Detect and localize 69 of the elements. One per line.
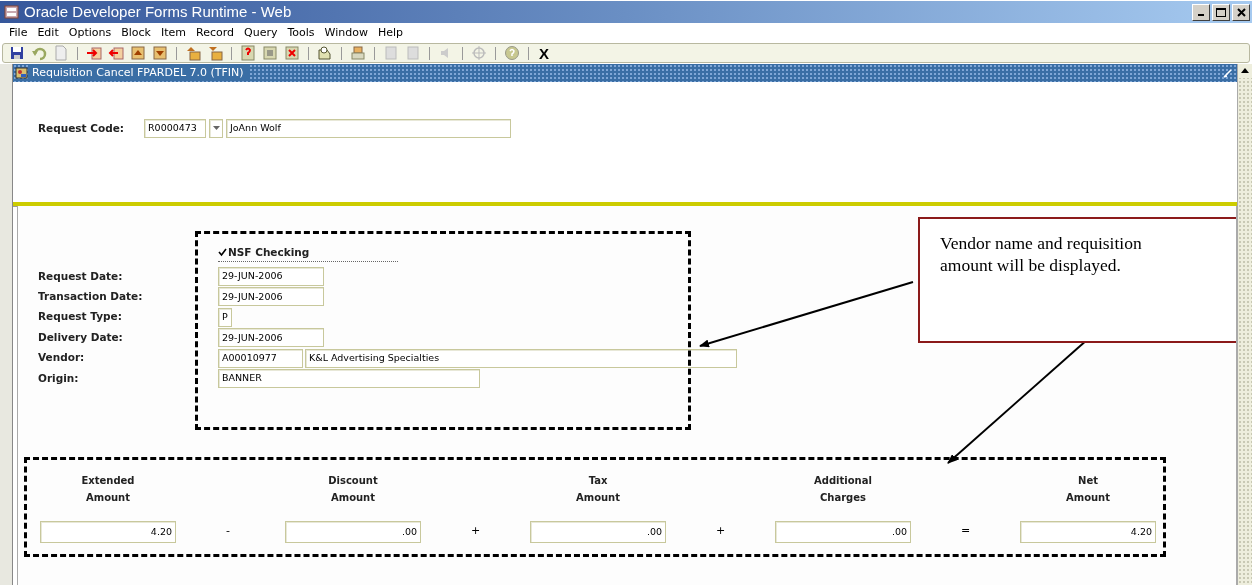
amount-label: Discount Amount [328,473,378,505]
amount-field[interactable]: .00 [530,520,666,543]
arrow-into-box-icon[interactable] [108,45,124,61]
amount-label: Tax Amount [575,473,621,505]
scrollbar[interactable] [1237,64,1252,585]
input-field[interactable]: JoAnn Wolf [226,119,511,138]
question-box-icon[interactable] [240,45,256,61]
input-field[interactable]: 29-JUN-2006 [218,267,324,287]
input-field[interactable]: 29-JUN-2006 [218,328,324,348]
field-label: Request Code: [38,120,125,136]
grid-box-icon[interactable] [262,45,278,61]
up-triangle-box-icon[interactable] [130,45,146,61]
menu-item[interactable]: Options [63,24,117,42]
close-icon[interactable] [1236,7,1246,17]
amount-label: Extended Amount [81,473,135,505]
app-icon [4,4,20,20]
input-field[interactable]: 29-JUN-2006 [218,287,324,307]
operator-sign: + [715,523,727,540]
input-field[interactable]: BANNER [218,369,480,389]
field-label: Request Type: [38,309,123,325]
amount-field[interactable]: 4.20 [40,520,176,543]
menu-item[interactable]: Item [155,24,191,42]
field-label: Origin: [38,370,80,386]
menu-item[interactable]: Tools [282,24,320,42]
field-label: Vendor: [38,350,86,366]
field-label: Request Date: [38,268,124,284]
edit-icon [1222,67,1234,79]
input-field[interactable]: R0000473 [144,119,206,138]
menu-item[interactable]: Window [319,24,373,42]
operator-sign: - [225,523,231,540]
dropdown-button[interactable] [209,119,223,138]
printer-icon[interactable] [350,45,366,61]
field-label: Delivery Date: [38,329,124,345]
folder-icon[interactable] [185,45,201,61]
amount-field[interactable]: 4.20 [1020,520,1156,543]
checkbox[interactable]: NSF Checking [218,244,398,262]
amount-field[interactable]: .00 [775,520,911,543]
exit-button[interactable]: X [537,45,551,61]
input-field[interactable]: A00010977 [218,348,303,368]
amount-field[interactable]: .00 [285,520,421,543]
maximize-icon[interactable] [1216,7,1226,17]
caret-icon[interactable] [212,126,220,131]
undo-arrow-icon[interactable] [31,45,47,61]
menu-item[interactable]: Block [116,24,156,42]
amount-label: Net Amount [1065,473,1111,505]
window-title: Oracle Developer Forms Runtime - Web [24,1,293,22]
callout-box: Vendor name and requisition amount will be displayed. [918,217,1236,343]
x-box-icon[interactable] [284,45,300,61]
minimize-button[interactable] [1192,3,1210,21]
folder-icon[interactable] [207,45,223,61]
close-button[interactable] [1232,3,1250,21]
amount-label: Additional Charges [814,473,872,505]
arrow-into-box-icon[interactable] [86,45,102,61]
menu-item[interactable]: File [4,24,33,42]
down-triangle-box-icon[interactable] [152,45,168,61]
field-label: Transaction Date: [38,289,144,305]
checkmark-icon[interactable] [218,248,227,258]
help-circle-icon[interactable] [504,45,520,61]
menu-item[interactable]: Edit [32,24,64,42]
form-icon [15,66,29,80]
input-field[interactable]: K&L Advertising Specialties [305,348,737,368]
operator-sign: = [960,523,972,540]
menu-item[interactable]: Help [372,24,408,42]
maximize-button[interactable] [1212,3,1230,21]
menu-item[interactable]: Query [239,24,283,42]
form-title: Requisition Cancel FPARDEL 7.0 (TFIN) [29,64,250,82]
operator-sign: + [470,523,482,540]
menu-item[interactable]: Record [191,24,239,42]
input-field[interactable]: P [218,307,232,327]
